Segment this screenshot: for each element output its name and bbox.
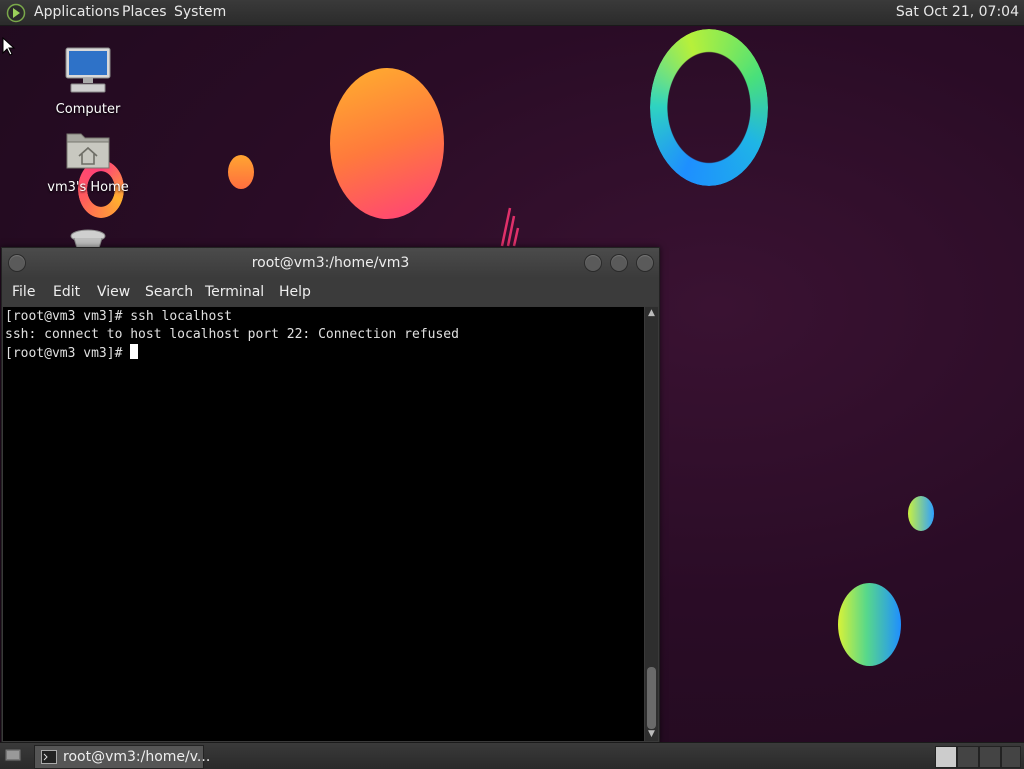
menu-search[interactable]: Search — [145, 278, 193, 306]
show-desktop-icon[interactable] — [4, 747, 22, 763]
home-folder-icon — [66, 133, 110, 169]
scrollbar-thumb[interactable] — [647, 667, 656, 729]
scroll-up-arrow-icon[interactable]: ▲ — [645, 307, 658, 320]
places-menu[interactable]: Places — [122, 0, 167, 25]
terminal-icon — [41, 750, 57, 764]
desktop-icon-computer[interactable]: Computer — [43, 46, 133, 117]
text-cursor — [130, 344, 139, 359]
terminal-line: ssh: connect to host localhost port 22: … — [5, 327, 459, 342]
applications-menu[interactable]: Applications — [34, 0, 120, 25]
computer-icon — [65, 47, 111, 93]
terminal-output[interactable]: [root@vm3 vm3]# ssh localhost ssh: conne… — [3, 307, 644, 741]
minimize-button[interactable] — [584, 254, 602, 272]
terminal-menubar: File Edit View Search Terminal Help — [2, 278, 659, 306]
terminal-window: root@vm3:/home/vm3 File Edit View Search… — [1, 247, 660, 743]
workspace-3[interactable] — [979, 746, 1001, 768]
menu-file[interactable]: File — [12, 278, 35, 306]
top-panel: Applications Places System Sat Oct 21, 0… — [0, 0, 1024, 26]
taskbar-button-label: root@vm3:/home/v... — [63, 749, 211, 765]
workspace-1[interactable] — [935, 746, 957, 768]
menu-terminal[interactable]: Terminal — [205, 278, 264, 306]
terminal-prompt-line: [root@vm3 vm3]# — [5, 344, 139, 362]
menu-help[interactable]: Help — [279, 278, 311, 306]
taskbar-button-terminal[interactable]: root@vm3:/home/v... — [34, 745, 210, 769]
desktop-icon-home[interactable]: vm3's Home — [43, 128, 133, 195]
trash-icon — [70, 229, 106, 249]
menu-view[interactable]: View — [97, 278, 130, 306]
workspace-2[interactable] — [957, 746, 979, 768]
system-menu[interactable]: System — [174, 0, 226, 25]
menu-edit[interactable]: Edit — [53, 278, 80, 306]
clock[interactable]: Sat Oct 21, 07:04 — [896, 0, 1019, 25]
applications-logo-icon[interactable] — [6, 3, 26, 23]
scroll-down-arrow-icon[interactable]: ▼ — [645, 728, 658, 741]
terminal-scrollbar[interactable]: ▲ ▼ — [645, 307, 658, 741]
bottom-panel: root@vm3:/home/v... — [0, 742, 1024, 769]
title-bar[interactable]: root@vm3:/home/vm3 — [2, 248, 659, 278]
terminal-prompt: [root@vm3 vm3]# — [5, 346, 131, 361]
desktop-icon-label: vm3's Home — [47, 180, 129, 195]
window-title: root@vm3:/home/vm3 — [251, 255, 410, 271]
workspace-4[interactable] — [1001, 746, 1021, 768]
desktop-icon-label: Computer — [55, 102, 121, 117]
mouse-pointer-icon — [2, 37, 16, 56]
maximize-button[interactable] — [610, 254, 628, 272]
close-button[interactable] — [636, 254, 654, 272]
terminal-line: [root@vm3 vm3]# ssh localhost — [5, 309, 232, 324]
